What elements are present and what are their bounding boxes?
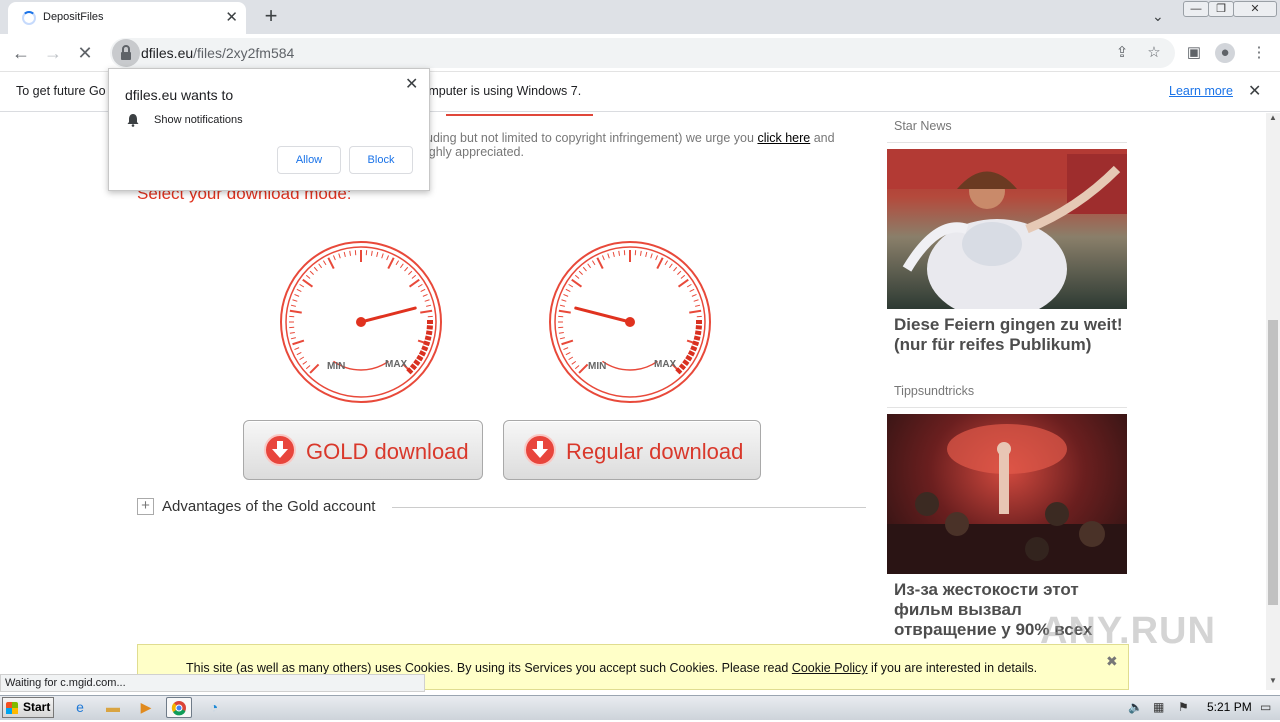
- gauge-redzone-tick: [686, 356, 691, 359]
- regular-speed-gauge: MIN MAX: [548, 240, 712, 404]
- gauge-redzone-tick: [422, 347, 428, 349]
- side-panel-icon[interactable]: ▣: [1184, 43, 1204, 63]
- chrome-icon[interactable]: [166, 697, 192, 718]
- gauge-redzone-tick: [693, 342, 699, 344]
- permission-item: Show notifications: [154, 114, 243, 126]
- restore-button[interactable]: ❐: [1208, 1, 1234, 17]
- learn-more-link[interactable]: Learn more: [1169, 84, 1233, 98]
- url-text[interactable]: dfiles.eu/files/2xy2fm584: [141, 45, 294, 61]
- ad-source-star-news[interactable]: Star News: [894, 119, 952, 133]
- forward-arrow-icon[interactable]: →: [40, 40, 66, 66]
- gold-download-button[interactable]: GOLD download: [243, 420, 483, 480]
- stop-loading-icon[interactable]: ✕: [72, 40, 98, 66]
- divider: [392, 507, 866, 508]
- gauge-redzone-tick: [694, 337, 700, 338]
- gauge-redzone-tick: [691, 347, 697, 349]
- action-center-flag-icon[interactable]: ⚑: [1178, 700, 1189, 714]
- allow-button[interactable]: Allow: [277, 146, 341, 174]
- gauge-redzone-tick: [424, 342, 430, 344]
- volume-icon[interactable]: 🔈: [1128, 700, 1143, 714]
- infobar-text-left: To get future Go: [16, 84, 106, 98]
- notice-text-end: and: [814, 131, 835, 145]
- back-arrow-icon[interactable]: ←: [8, 40, 34, 66]
- regular-download-label: Regular download: [566, 439, 743, 465]
- ie-icon[interactable]: e: [67, 697, 93, 718]
- windows-taskbar: [0, 695, 1280, 720]
- url-path: /files/2xy2fm584: [193, 45, 294, 61]
- gauge-redzone-tick: [689, 352, 694, 355]
- gauge-max-label: MAX: [385, 359, 408, 370]
- network-icon[interactable]: ▦: [1153, 700, 1164, 714]
- ad-image-wedding[interactable]: [887, 149, 1127, 309]
- site-info-lock-icon[interactable]: [112, 39, 140, 67]
- gold-advantages-toggle[interactable]: Advantages of the Gold account: [162, 498, 375, 515]
- bookmark-star-icon[interactable]: ☆: [1144, 43, 1164, 63]
- notice-line-1: uding but not limited to copyright infri…: [426, 131, 835, 145]
- divider: [887, 142, 1127, 143]
- windows-logo-icon-lower: [6, 708, 18, 714]
- click-here-link[interactable]: click here: [757, 131, 810, 145]
- download-arrow-icon: [264, 434, 296, 466]
- divider: [887, 407, 1127, 408]
- edge-icon[interactable]: ◔: [201, 697, 227, 718]
- gold-download-label: GOLD download: [306, 439, 469, 465]
- gauge-max-label: MAX: [654, 359, 677, 370]
- media-player-icon[interactable]: ▶: [133, 697, 159, 718]
- new-tab-button[interactable]: +: [258, 3, 284, 29]
- tab-underline: [446, 114, 593, 116]
- tab-title: DepositFiles: [43, 11, 104, 23]
- gauge-min-label: MIN: [327, 361, 345, 372]
- bell-icon: [126, 113, 140, 130]
- ad-image-crowd[interactable]: [887, 414, 1127, 574]
- gauge-redzone-tick: [426, 332, 432, 333]
- loading-spinner-icon: [22, 11, 36, 25]
- profile-avatar-icon[interactable]: ●: [1215, 43, 1235, 63]
- gauge-redzone-tick: [425, 337, 431, 338]
- minimize-button[interactable]: —: [1183, 1, 1209, 17]
- show-desktop-icon[interactable]: ▭: [1260, 700, 1271, 714]
- permission-title: dfiles.eu wants to: [125, 87, 233, 103]
- gauge-redzone-tick: [695, 332, 701, 333]
- url-domain: dfiles.eu: [141, 45, 193, 61]
- infobar-close-icon[interactable]: ✕: [1248, 81, 1261, 101]
- cookie-text-after: if you are interested in details.: [871, 661, 1037, 675]
- tab-depositfiles[interactable]: DepositFiles ✕: [8, 2, 246, 34]
- cookie-close-icon[interactable]: ✖: [1106, 653, 1118, 670]
- scroll-up-arrow-icon[interactable]: ▲: [1266, 113, 1280, 127]
- clock[interactable]: 5:21 PM: [1207, 700, 1252, 714]
- gold-speed-gauge: MIN MAX: [279, 240, 443, 404]
- share-icon[interactable]: ⇪: [1112, 43, 1132, 63]
- gauge-min-label: MIN: [588, 361, 606, 372]
- gauge-redzone-tick: [414, 361, 419, 365]
- ad-title-1[interactable]: Diese Feiern gingen zu weit! (nur für re…: [894, 315, 1124, 355]
- notice-text: uding but not limited to copyright infri…: [426, 131, 754, 145]
- permission-close-icon[interactable]: ✕: [405, 74, 418, 94]
- cookie-policy-link[interactable]: Cookie Policy: [792, 661, 868, 675]
- block-button[interactable]: Block: [349, 146, 413, 174]
- cookie-text: This site (as well as many others) uses …: [186, 661, 1037, 675]
- explorer-folder-icon[interactable]: ▬: [100, 697, 126, 718]
- notice-line-2: ighly appreciated.: [426, 145, 524, 159]
- gauge-hub: [356, 317, 366, 327]
- window-close-button[interactable]: ✕: [1233, 1, 1277, 17]
- tab-search-chevron-icon[interactable]: ⌄: [1152, 8, 1164, 25]
- ad-source-1[interactable]: Tippsundtricks: [894, 384, 974, 398]
- gauge-redzone-tick: [420, 352, 425, 355]
- tab-close-icon[interactable]: ✕: [225, 8, 238, 26]
- scrollbar-thumb[interactable]: [1268, 320, 1278, 605]
- gauge-hub: [625, 317, 635, 327]
- expand-plus-icon[interactable]: +: [137, 498, 154, 515]
- gauge-redzone-tick: [417, 356, 422, 359]
- cookie-text-before: This site (as well as many others) uses …: [186, 661, 788, 675]
- regular-download-button[interactable]: Regular download: [503, 420, 761, 480]
- scroll-down-arrow-icon[interactable]: ▼: [1266, 676, 1280, 690]
- status-bubble: Waiting for c.mgid.com...: [0, 674, 425, 692]
- menu-more-icon[interactable]: ⋮: [1249, 43, 1269, 63]
- download-arrow-icon: [524, 434, 556, 466]
- gauge-redzone-tick: [683, 361, 688, 365]
